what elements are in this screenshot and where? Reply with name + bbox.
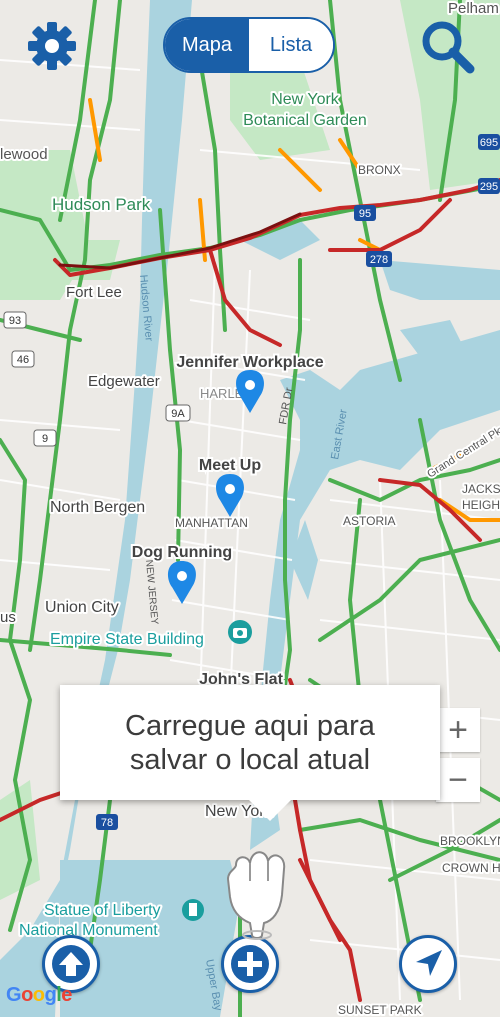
union-city-label: Union City	[45, 599, 119, 616]
pelham-label: Pelham	[448, 0, 499, 17]
lewood-label: lewood	[0, 146, 48, 163]
svg-text:95: 95	[359, 208, 371, 220]
i95-shield: 95	[354, 205, 376, 221]
svg-text:295: 295	[480, 181, 498, 193]
arrow-up-icon	[52, 945, 90, 983]
tab-map[interactable]: Mapa	[165, 19, 249, 71]
zoom-in-button[interactable]: +	[436, 708, 480, 752]
dog-running-label: Dog Running	[132, 544, 232, 561]
svg-text:46: 46	[17, 354, 29, 366]
r46-shield: 46	[11, 350, 35, 368]
my-location-button[interactable]	[399, 935, 457, 993]
empire-label: Empire State Building	[50, 631, 204, 648]
r9-shield: 9	[33, 429, 57, 447]
sunset-park-label: SUNSET PARK	[338, 1003, 422, 1017]
meet-up-label: Meet Up	[199, 457, 261, 474]
r93-shield: 93	[3, 311, 27, 329]
i278-shield: 278	[366, 251, 392, 267]
view-toggle: Mapa Lista	[163, 17, 335, 73]
north-bergen-label: North Bergen	[50, 499, 145, 516]
brooklyn-label: BROOKLYN	[440, 834, 500, 848]
gear-icon	[28, 22, 76, 70]
crown-label: CROWN H	[442, 861, 500, 875]
minus-icon: −	[448, 760, 468, 799]
statue-of-liberty-icon	[182, 899, 204, 921]
empire-state-icon	[228, 620, 252, 644]
svg-text:78: 78	[101, 817, 113, 829]
statue-label-2: National Monument	[19, 922, 158, 939]
plus-circle-icon	[231, 945, 269, 983]
r695-shield: 695	[478, 134, 500, 150]
svg-text:9A: 9A	[171, 408, 185, 420]
botanical-label-1: New York	[271, 91, 340, 108]
navigation-arrow-icon	[416, 950, 442, 976]
google-logo: Google	[6, 984, 72, 1006]
save-location-tooltip: Carregue aqui para salvar o local atual	[60, 685, 440, 800]
r295-shield: 295	[478, 178, 500, 194]
jennifer-workplace-label: Jennifer Workplace	[176, 354, 323, 371]
svg-text:695: 695	[480, 137, 498, 149]
pointing-hand-icon	[222, 835, 292, 940]
hudson-park-label: Hudson Park	[52, 195, 151, 214]
jackson-label-2: HEIGH	[462, 498, 500, 512]
astoria-label: ASTORIA	[343, 514, 395, 528]
svg-text:278: 278	[370, 254, 388, 266]
us-label: us	[0, 609, 16, 626]
botanical-label-2: Botanical Garden	[243, 112, 367, 129]
settings-button[interactable]	[24, 18, 80, 74]
search-button[interactable]	[418, 18, 478, 74]
tooltip-arrow	[248, 799, 292, 821]
svg-text:93: 93	[9, 315, 21, 327]
add-location-button[interactable]	[221, 935, 279, 993]
tab-list[interactable]: Lista	[249, 19, 333, 71]
plus-icon: +	[448, 710, 468, 749]
tooltip-text: Carregue aqui para salvar o local atual	[125, 709, 375, 776]
search-icon	[422, 21, 475, 74]
i78-shield: 78	[96, 814, 118, 830]
bronx-label: BRONX	[358, 163, 401, 177]
statue-label-1: Statue of Liberty	[44, 902, 161, 919]
svg-text:9: 9	[42, 433, 48, 445]
manhattan-label: MANHATTAN	[175, 516, 248, 530]
fort-lee-label: Fort Lee	[66, 284, 122, 301]
r9a-shield: 9A	[165, 404, 191, 422]
jackson-label-1: JACKS	[462, 482, 500, 496]
zoom-out-button[interactable]: −	[436, 758, 480, 802]
edgewater-label: Edgewater	[88, 373, 160, 390]
